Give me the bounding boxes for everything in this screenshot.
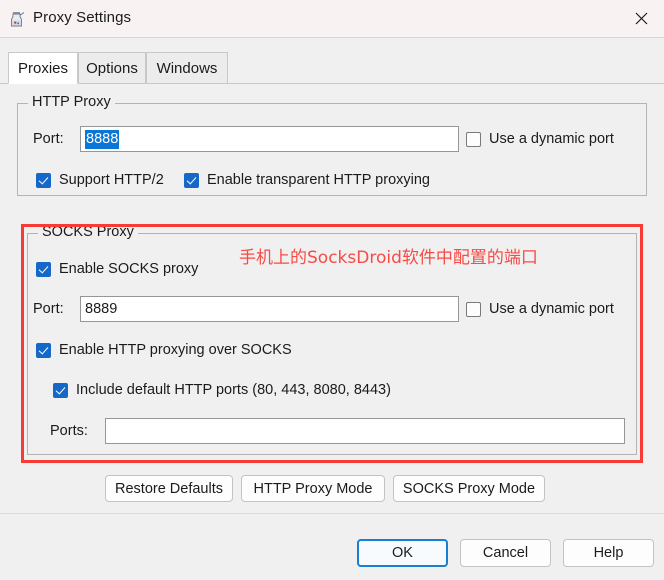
close-icon[interactable] [618, 0, 664, 37]
include-default-http-ports-checkbox[interactable]: Include default HTTP ports (80, 443, 808… [53, 382, 391, 398]
window-title: Proxy Settings [33, 9, 132, 26]
checkbox-unchecked-icon [466, 301, 481, 317]
http-dynamic-port-checkbox[interactable]: Use a dynamic port [466, 131, 614, 147]
checkbox-checked-icon [36, 172, 51, 188]
http-port-label: Port: [33, 131, 64, 147]
checkbox-checked-icon [53, 382, 68, 398]
socks-dynamic-port-checkbox[interactable]: Use a dynamic port [466, 301, 614, 317]
transparent-http-proxying-label: Enable transparent HTTP proxying [207, 172, 430, 188]
socks-port-value: 8889 [85, 301, 118, 317]
enable-socks-proxy-checkbox[interactable]: Enable SOCKS proxy [36, 261, 198, 277]
checkbox-unchecked-icon [466, 131, 481, 147]
http-over-socks-checkbox[interactable]: Enable HTTP proxying over SOCKS [36, 342, 292, 358]
socks-proxy-mode-button[interactable]: SOCKS Proxy Mode [393, 475, 545, 502]
title-bar: Proxy Settings [0, 0, 664, 38]
charles-proxy-icon [9, 11, 26, 28]
http-proxy-group-legend: HTTP Proxy [28, 94, 115, 110]
annotation-text: 手机上的SocksDroid软件中配置的端口 [239, 248, 538, 268]
http-port-value: 8888 [85, 129, 120, 149]
support-http2-label: Support HTTP/2 [59, 172, 164, 188]
ok-button[interactable]: OK [357, 539, 448, 567]
http-dynamic-port-label: Use a dynamic port [489, 131, 614, 147]
include-default-http-ports-label: Include default HTTP ports (80, 443, 808… [76, 382, 391, 398]
tab-strip: Proxies Options Windows [0, 52, 664, 84]
http-port-input[interactable]: 8888 [80, 126, 459, 152]
support-http2-checkbox[interactable]: Support HTTP/2 [36, 172, 164, 188]
checkbox-checked-icon [184, 172, 199, 188]
socks-port-input[interactable]: 8889 [80, 296, 459, 322]
checkbox-checked-icon [36, 342, 51, 358]
checkbox-checked-icon [36, 261, 51, 277]
tab-options[interactable]: Options [78, 52, 146, 84]
http-over-socks-label: Enable HTTP proxying over SOCKS [59, 342, 292, 358]
cancel-button[interactable]: Cancel [460, 539, 551, 567]
restore-defaults-button[interactable]: Restore Defaults [105, 475, 233, 502]
socks-proxy-group-legend: SOCKS Proxy [38, 224, 138, 240]
socks-port-label: Port: [33, 301, 64, 317]
tab-proxies[interactable]: Proxies [8, 52, 78, 84]
http-proxy-mode-button[interactable]: HTTP Proxy Mode [241, 475, 385, 502]
socks-ports-label: Ports: [50, 423, 88, 439]
transparent-http-proxying-checkbox[interactable]: Enable transparent HTTP proxying [184, 172, 430, 188]
help-button[interactable]: Help [563, 539, 654, 567]
enable-socks-proxy-label: Enable SOCKS proxy [59, 261, 199, 277]
socks-ports-input[interactable] [105, 418, 625, 444]
tab-windows[interactable]: Windows [146, 52, 228, 84]
socks-dynamic-port-label: Use a dynamic port [489, 301, 614, 317]
